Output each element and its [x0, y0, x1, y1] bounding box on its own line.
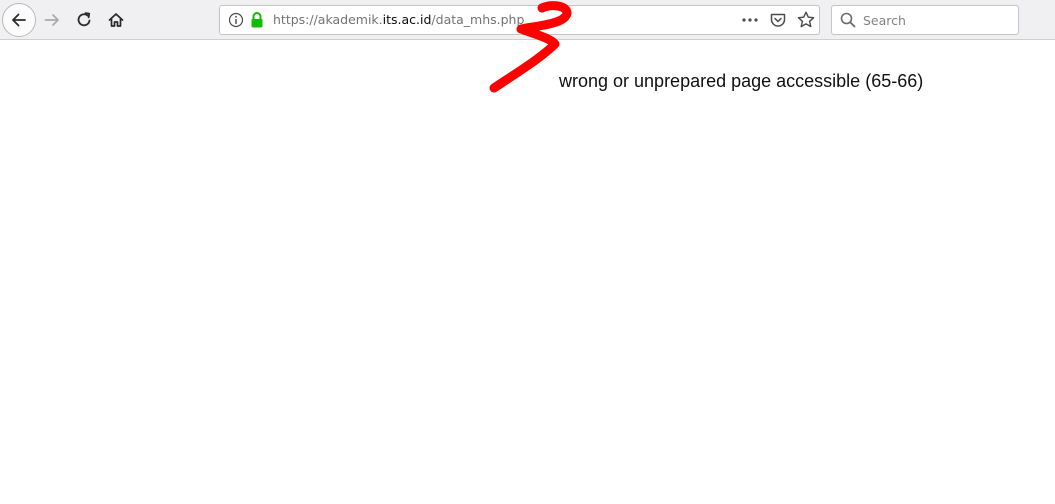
annotation-label: wrong or unprepared page accessible (65-… — [559, 71, 924, 91]
reload-button[interactable] — [70, 6, 98, 34]
url-prefix: https://akademik. — [273, 12, 383, 27]
back-button[interactable] — [2, 3, 36, 37]
info-icon[interactable] — [228, 12, 244, 28]
search-bar[interactable] — [831, 5, 1019, 35]
home-button[interactable] — [102, 6, 130, 34]
search-input[interactable] — [863, 10, 1013, 30]
url-domain: its.ac.id — [382, 12, 432, 27]
star-icon[interactable] — [796, 10, 816, 30]
reload-icon — [77, 12, 91, 27]
back-arrow-icon — [12, 13, 26, 27]
lock-icon[interactable] — [249, 11, 265, 29]
more-dots-icon[interactable] — [739, 12, 761, 28]
forward-button[interactable] — [38, 6, 66, 34]
pocket-icon[interactable] — [769, 11, 787, 29]
home-icon — [108, 13, 124, 27]
forward-arrow-icon — [44, 14, 59, 26]
search-icon — [840, 12, 856, 28]
